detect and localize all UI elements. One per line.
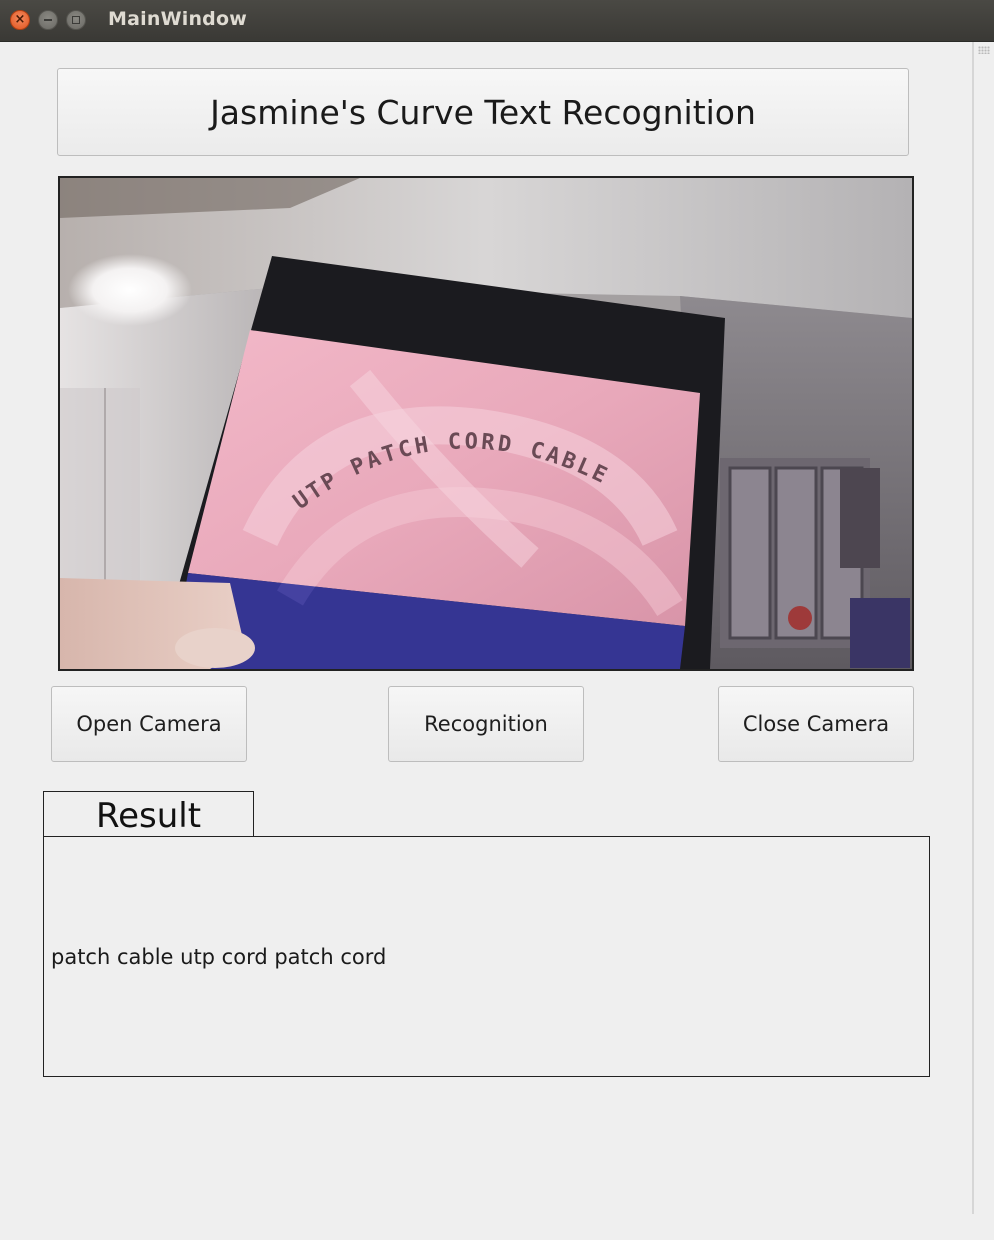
open-camera-label: Open Camera bbox=[76, 712, 222, 736]
title-bar[interactable]: × MainWindow bbox=[0, 0, 994, 42]
close-icon[interactable]: × bbox=[10, 10, 30, 30]
resize-grip-icon[interactable] bbox=[978, 46, 990, 54]
recognition-label: Recognition bbox=[424, 712, 548, 736]
result-text: patch cable utp cord patch cord bbox=[51, 944, 387, 969]
camera-frame-image: UTP PATCH CORD CABLE bbox=[60, 178, 912, 669]
main-window: × MainWindow Jasmine's Curve Text Recogn… bbox=[0, 0, 994, 1240]
window-right-edge bbox=[972, 42, 974, 1214]
result-output: patch cable utp cord patch cord bbox=[43, 836, 930, 1077]
app-title-button[interactable]: Jasmine's Curve Text Recognition bbox=[57, 68, 909, 156]
camera-view: UTP PATCH CORD CABLE bbox=[58, 176, 914, 671]
recognition-button[interactable]: Recognition bbox=[388, 686, 584, 762]
open-camera-button[interactable]: Open Camera bbox=[51, 686, 247, 762]
window-title: MainWindow bbox=[108, 8, 247, 30]
close-camera-label: Close Camera bbox=[742, 712, 890, 736]
close-camera-button[interactable]: Close Camera bbox=[718, 686, 914, 762]
app-title-label: Jasmine's Curve Text Recognition bbox=[210, 92, 756, 132]
result-heading: Result bbox=[43, 791, 254, 837]
maximize-icon[interactable] bbox=[66, 10, 86, 30]
minimize-icon[interactable] bbox=[38, 10, 58, 30]
